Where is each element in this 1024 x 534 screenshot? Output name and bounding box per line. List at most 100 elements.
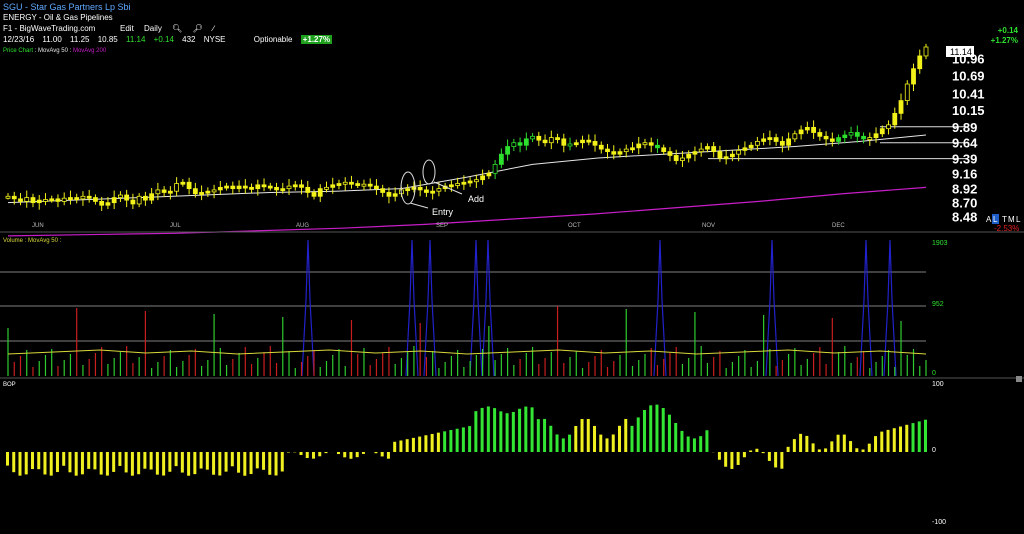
bop-bar <box>499 411 503 452</box>
candle-body <box>424 189 429 193</box>
candle-body <box>136 195 142 205</box>
candle-body <box>748 144 754 149</box>
bop-bar <box>224 452 228 472</box>
candle-body <box>374 185 379 190</box>
candle-body <box>717 151 723 159</box>
bop-bar <box>287 452 291 453</box>
bop-bar <box>474 411 478 452</box>
chart-canvas[interactable]: 10.9610.6910.4110.159.899.649.399.168.92… <box>0 0 1024 534</box>
candle-body <box>342 181 348 185</box>
bop-bar <box>880 431 884 452</box>
bop-bar <box>361 452 365 454</box>
candle-body <box>330 184 336 188</box>
right-label-pct: -2.53% <box>994 224 1019 233</box>
bop-bar <box>87 452 91 469</box>
price-axis: 10.9610.6910.4110.159.899.649.399.168.92… <box>952 52 985 225</box>
bop-bar <box>593 425 597 452</box>
candle-body <box>242 185 248 189</box>
candle-body <box>18 198 23 202</box>
price-tick-label: 10.41 <box>952 87 985 102</box>
candle-body <box>511 142 517 147</box>
bop-bar <box>667 414 671 452</box>
bop-bar <box>568 434 572 452</box>
bop-bar <box>461 427 465 452</box>
bop-bar <box>867 443 871 452</box>
bop-bar <box>742 452 746 458</box>
bop-bar <box>436 432 440 452</box>
candle-body <box>217 186 223 191</box>
candle-body <box>473 179 479 183</box>
candle-body <box>505 146 510 155</box>
bop-bar <box>199 452 203 469</box>
bop-bar <box>861 449 865 452</box>
candle-body <box>686 153 692 159</box>
candle-body <box>192 188 198 195</box>
candle-body <box>792 133 798 140</box>
candle-body <box>430 190 436 194</box>
bop-bar <box>486 406 490 452</box>
candle-body <box>804 126 810 131</box>
volume-indicator-spike <box>481 239 495 377</box>
right-label-m: M <box>1008 215 1015 224</box>
candle-body <box>561 138 567 146</box>
candle-body <box>480 175 486 181</box>
bop-bar <box>280 452 284 472</box>
bop-bar <box>118 452 122 466</box>
bop-bar <box>705 430 709 452</box>
bop-bar <box>12 452 16 473</box>
candle-body <box>592 141 598 146</box>
bop-bar <box>661 408 665 452</box>
month-tick-label: NOV <box>702 223 715 229</box>
bop-bar <box>786 446 790 452</box>
bop-bar <box>586 419 590 452</box>
candle-body <box>723 156 729 160</box>
bop-bar <box>424 435 428 452</box>
bop-bar <box>536 419 540 452</box>
bop-bar <box>630 425 634 452</box>
bop-bar <box>518 408 522 452</box>
candle-body <box>267 185 273 189</box>
candle-body <box>324 186 329 190</box>
bop-bar <box>524 406 528 452</box>
bop-bar <box>174 452 178 467</box>
volume-tick-label: 1903 <box>932 240 948 247</box>
bop-bar <box>555 434 559 452</box>
bop-bar <box>55 452 59 473</box>
bop-bar <box>24 452 28 475</box>
candle-body <box>642 142 648 146</box>
bop-bar <box>724 452 728 467</box>
volume-indicator-spike <box>883 239 897 377</box>
bop-bar <box>599 434 603 452</box>
bop-bar <box>30 452 34 470</box>
candle-body <box>517 142 523 146</box>
candle-body <box>861 135 866 140</box>
bop-bar <box>493 408 497 452</box>
bop-bar <box>68 452 72 473</box>
candle-body <box>43 199 48 202</box>
bop-tick-label: 0 <box>932 447 936 454</box>
right-label-t: T <box>1002 215 1007 224</box>
candle-body <box>349 181 354 185</box>
candle-body <box>174 183 180 192</box>
candle-body <box>236 185 242 190</box>
candle-body <box>392 193 398 197</box>
candle-body <box>886 124 891 130</box>
volume-pane: 1903 952 0 <box>0 239 948 377</box>
candle-body <box>24 197 30 202</box>
candle-body <box>786 138 792 146</box>
entry-label: Entry <box>432 207 454 217</box>
bop-bar <box>505 413 509 452</box>
bop-bar <box>561 438 565 452</box>
bop-bar <box>805 435 809 452</box>
right-label-l2: L <box>1016 215 1021 224</box>
candle-body <box>74 197 80 200</box>
pane-scrollbar[interactable] <box>1016 376 1022 382</box>
bop-bar <box>680 430 684 452</box>
candle-body <box>848 132 854 136</box>
candle-body <box>854 132 860 137</box>
bop-bar <box>824 448 828 452</box>
candle-body <box>636 143 642 149</box>
bop-bar <box>218 452 222 476</box>
volume-tick-label: 0 <box>932 370 936 377</box>
bop-tick-label: 100 <box>932 381 944 388</box>
